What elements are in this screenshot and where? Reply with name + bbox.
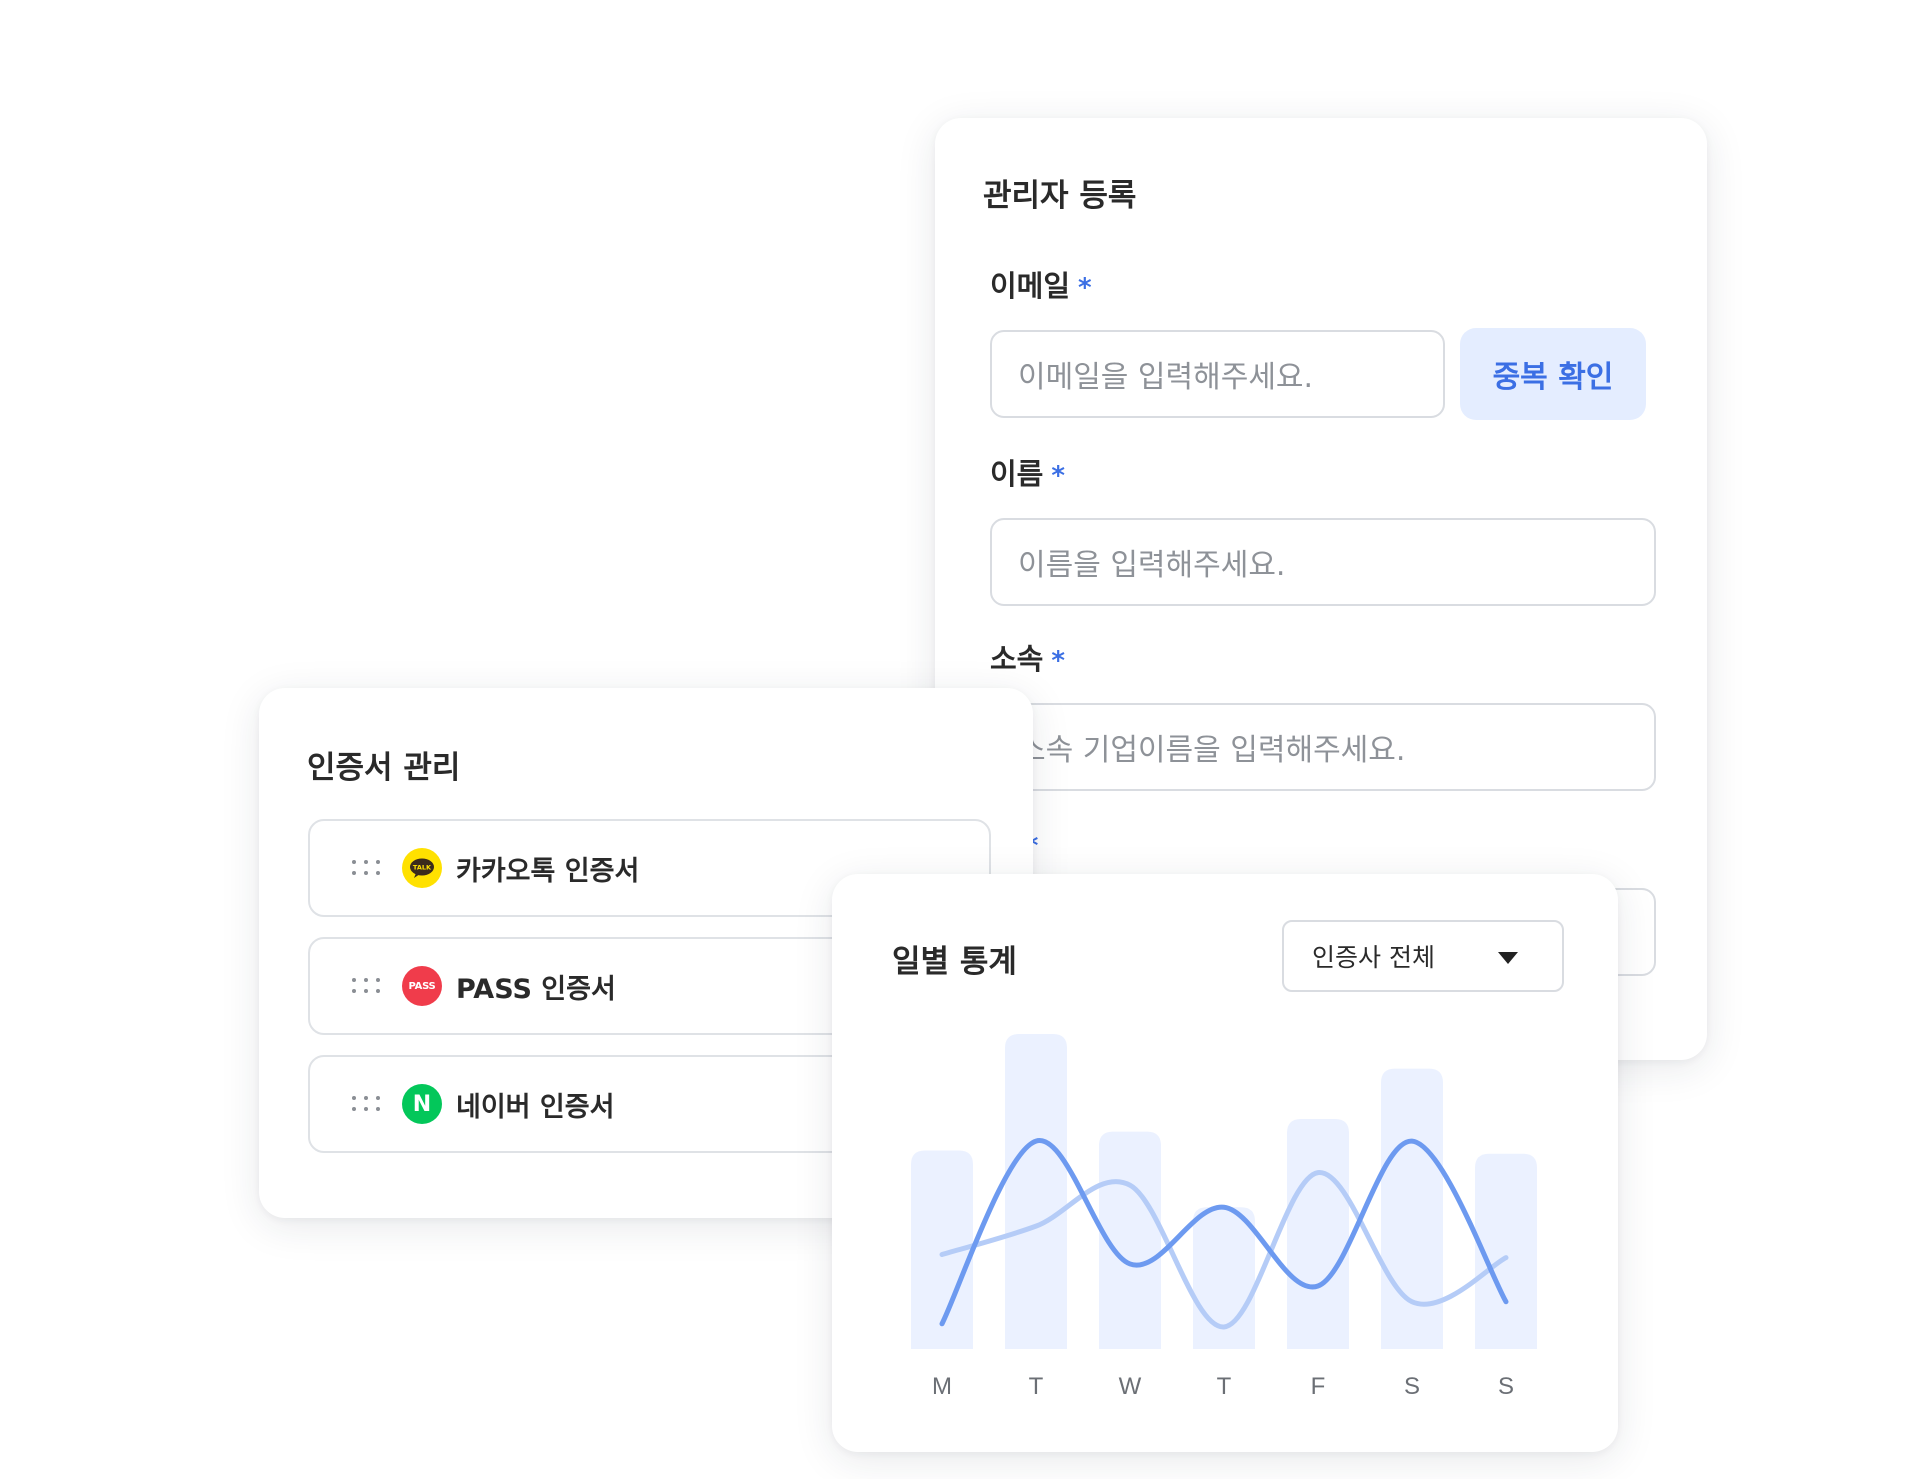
required-mark: * bbox=[1051, 461, 1065, 491]
naver-logo-text: N bbox=[412, 1091, 432, 1117]
email-label: 이메일 * bbox=[990, 263, 1092, 305]
daily-stats-card: M T W T F S S 일별 통계 인증사 전체 bbox=[832, 874, 1618, 1452]
affiliation-label-text: 소속 bbox=[990, 642, 1044, 676]
name-label: 이름 * bbox=[990, 451, 1065, 493]
name-input[interactable]: 이름을 입력해주세요. bbox=[990, 518, 1656, 606]
chart-bar bbox=[1381, 1068, 1443, 1349]
required-mark: * bbox=[1078, 273, 1092, 303]
email-placeholder: 이메일을 입력해주세요. bbox=[1018, 360, 1314, 395]
chart-bar bbox=[1287, 1119, 1349, 1349]
caret-down-icon bbox=[1498, 952, 1518, 964]
certificate-label: 네이버 인증서 bbox=[456, 1091, 615, 1123]
x-tick-label: W bbox=[1119, 1373, 1142, 1400]
required-mark: * bbox=[1051, 646, 1065, 676]
affiliation-placeholder: 소속 기업이름을 입력해주세요. bbox=[1018, 733, 1406, 768]
pass-icon: PASS bbox=[402, 966, 442, 1006]
drag-handle-icon[interactable] bbox=[352, 1096, 380, 1112]
x-tick-label: F bbox=[1311, 1373, 1326, 1400]
kakaotalk-logo-text: TALK bbox=[413, 864, 432, 872]
chart-bar bbox=[1005, 1034, 1067, 1349]
x-tick-label: T bbox=[1029, 1373, 1044, 1400]
name-label-text: 이름 bbox=[990, 457, 1044, 491]
email-label-text: 이메일 bbox=[990, 269, 1071, 303]
pass-logo-text: PASS bbox=[408, 980, 436, 992]
x-tick-label: S bbox=[1404, 1373, 1420, 1400]
daily-stats-title: 일별 통계 bbox=[892, 944, 1017, 980]
x-tick-label: T bbox=[1217, 1373, 1232, 1400]
naver-icon: N bbox=[402, 1084, 442, 1124]
admin-registration-title: 관리자 등록 bbox=[983, 178, 1137, 214]
x-tick-label: M bbox=[932, 1373, 952, 1400]
provider-filter-value: 인증사 전체 bbox=[1312, 943, 1435, 972]
certificate-label: PASS 인증서 bbox=[456, 973, 616, 1005]
email-input[interactable]: 이메일을 입력해주세요. bbox=[990, 330, 1445, 418]
certificate-label: 카카오톡 인증서 bbox=[456, 855, 640, 887]
x-tick-label: S bbox=[1498, 1373, 1514, 1400]
duplicate-check-button[interactable]: 중복 확인 bbox=[1460, 328, 1646, 420]
affiliation-input[interactable]: 소속 기업이름을 입력해주세요. bbox=[990, 703, 1656, 791]
provider-filter-select[interactable]: 인증사 전체 bbox=[1282, 920, 1564, 992]
drag-handle-icon[interactable] bbox=[352, 860, 380, 876]
kakaotalk-icon: TALK bbox=[402, 848, 442, 888]
name-placeholder: 이름을 입력해주세요. bbox=[1018, 548, 1286, 583]
affiliation-label: 소속 * bbox=[990, 636, 1065, 678]
drag-handle-icon[interactable] bbox=[352, 978, 380, 994]
certificate-management-title: 인증서 관리 bbox=[307, 750, 461, 786]
